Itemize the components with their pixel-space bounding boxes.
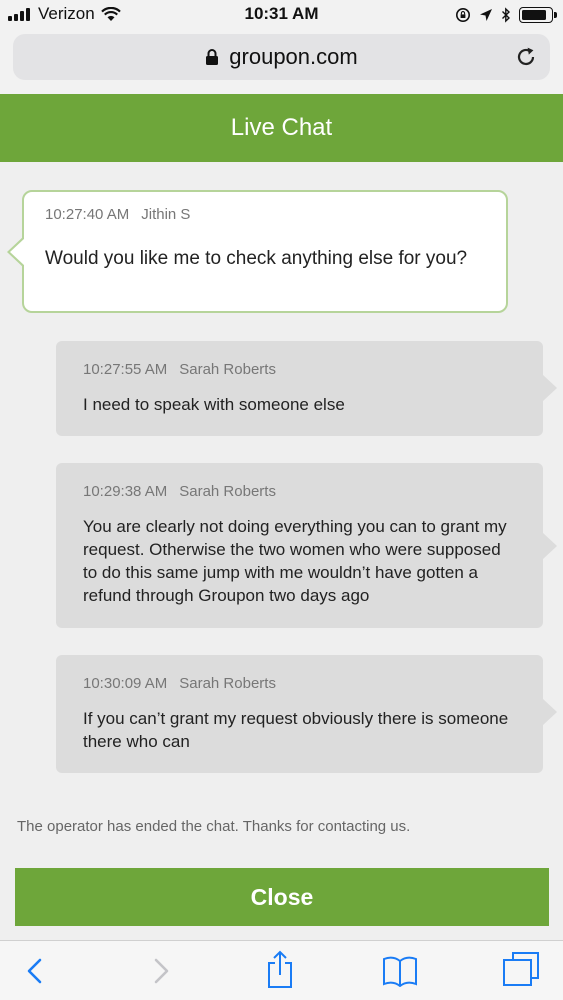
back-icon[interactable]	[22, 957, 48, 985]
message-meta: 10:30:09 AM Sarah Roberts	[83, 675, 276, 692]
message-author: Sarah Roberts	[179, 675, 276, 692]
message-time: 10:29:38 AM	[83, 483, 168, 500]
message-meta: 10:29:38 AM Sarah Roberts	[83, 483, 276, 500]
bubble-tail-fill	[10, 238, 25, 266]
message-time: 10:27:40 AM	[45, 206, 130, 223]
agent-message: 10:27:40 AM Jithin S Would you like me to…	[7, 190, 508, 313]
bookmarks-icon[interactable]	[382, 953, 418, 987]
close-button[interactable]: Close	[15, 868, 549, 926]
status-bar: Verizon 10:31 AM	[0, 0, 563, 30]
url-text: groupon.com	[229, 44, 358, 69]
battery-icon	[519, 7, 557, 23]
message-text: If you can’t grant my request obviously …	[83, 709, 509, 751]
bluetooth-icon	[502, 7, 511, 23]
message-meta: 10:27:55 AM Sarah Roberts	[83, 361, 276, 378]
chat-transcript[interactable]: 10:27:40 AM Jithin S Would you like me to…	[0, 162, 563, 940]
bubble-tail	[543, 699, 557, 725]
share-icon[interactable]	[264, 949, 296, 989]
message-text: Would you like me to check anything else…	[45, 248, 468, 269]
address-content: groupon.com	[13, 34, 550, 80]
reload-icon[interactable]	[514, 45, 538, 69]
user-message: 10:30:09 AM Sarah Roberts If you can’t gr…	[56, 655, 557, 773]
message-author: Sarah Roberts	[179, 483, 276, 500]
location-arrow-icon	[480, 9, 492, 21]
lock-icon	[206, 49, 219, 65]
message-author: Sarah Roberts	[179, 361, 276, 378]
user-message: 10:29:38 AM Sarah Roberts You are clearly…	[56, 463, 557, 628]
user-message: 10:27:55 AM Sarah Roberts I need to speak…	[56, 341, 557, 436]
rotation-lock-icon	[456, 8, 470, 22]
browser-toolbar	[0, 940, 563, 1000]
bubble-tail	[543, 533, 557, 559]
status-right	[447, 5, 557, 25]
message-author: Jithin S	[141, 206, 191, 223]
chat-ended-note: The operator has ended the chat. Thanks …	[17, 818, 411, 835]
browser-url-area: groupon.com	[0, 30, 563, 94]
chat-header: Live Chat	[0, 94, 563, 162]
message-meta: 10:27:40 AM Jithin S	[45, 206, 190, 223]
message-time: 10:30:09 AM	[83, 675, 168, 692]
message-text: I need to speak with someone else	[83, 395, 345, 414]
chat-title: Live Chat	[230, 114, 333, 141]
tabs-icon[interactable]	[502, 951, 540, 987]
forward-icon[interactable]	[148, 957, 174, 985]
message-text: You are clearly not doing everything you…	[83, 517, 507, 605]
address-bar[interactable]: groupon.com	[13, 34, 550, 80]
message-time: 10:27:55 AM	[83, 361, 168, 378]
bubble-tail	[543, 375, 557, 401]
